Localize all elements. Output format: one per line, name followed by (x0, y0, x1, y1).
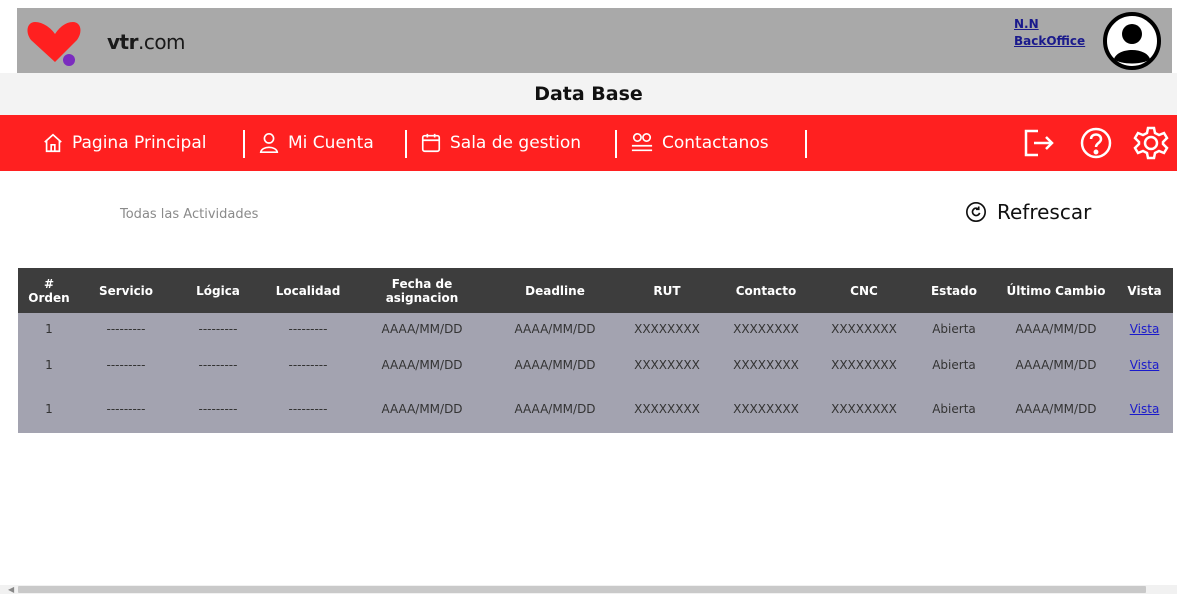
column-header[interactable]: Estado (912, 268, 996, 313)
calendar-icon (421, 133, 441, 153)
table-cell: 1 (18, 313, 80, 345)
table-cell: AAAA/MM/DD (996, 345, 1116, 385)
table-header-row: # Orden Servicio Lógica Localidad Fecha … (18, 268, 1173, 313)
activities-table: # Orden Servicio Lógica Localidad Fecha … (18, 268, 1173, 433)
table-cell: XXXXXXXX (816, 313, 912, 345)
user-links: N.N BackOffice (1014, 16, 1085, 50)
table-cell: Vista (1116, 385, 1173, 433)
table-cell: --------- (172, 345, 264, 385)
table-cell: --------- (172, 385, 264, 433)
table-cell: XXXXXXXX (716, 385, 816, 433)
table-cell: AAAA/MM/DD (352, 313, 492, 345)
refresh-button[interactable]: Refrescar (965, 200, 1091, 224)
nav-item-pagina-principal[interactable]: Pagina Principal (42, 115, 206, 171)
table-cell: --------- (264, 345, 352, 385)
column-header[interactable]: Último Cambio (996, 268, 1116, 313)
section-title: Todas las Actividades (120, 207, 259, 222)
column-header[interactable]: Lógica (172, 268, 264, 313)
table-cell: AAAA/MM/DD (492, 313, 618, 345)
column-header[interactable]: Deadline (492, 268, 618, 313)
scroll-left-arrow-icon[interactable]: ◀ (8, 585, 14, 594)
table-cell: AAAA/MM/DD (352, 345, 492, 385)
table-cell: --------- (80, 385, 172, 433)
vista-link[interactable]: Vista (1130, 358, 1160, 372)
refresh-label: Refrescar (997, 200, 1092, 224)
table-cell: Abierta (912, 313, 996, 345)
main-nav: Pagina Principal Mi Cuenta Sala de gesti… (0, 115, 1177, 171)
vista-link[interactable]: Vista (1130, 322, 1160, 336)
nav-separator (805, 130, 807, 158)
table-cell: Vista (1116, 313, 1173, 345)
title-band: Data Base (0, 73, 1177, 115)
table-row: 1 --------- --------- --------- AAAA/MM/… (18, 313, 1173, 345)
column-header[interactable]: Contacto (716, 268, 816, 313)
table-cell: AAAA/MM/DD (492, 385, 618, 433)
table-cell: XXXXXXXX (816, 385, 912, 433)
nav-separator (615, 130, 617, 158)
table-cell: AAAA/MM/DD (996, 385, 1116, 433)
column-header[interactable]: Fecha de asignacion (352, 268, 492, 313)
user-name-link[interactable]: N.N (1014, 16, 1085, 33)
vtr-logo[interactable] (25, 16, 95, 68)
logout-icon[interactable] (1020, 125, 1056, 161)
table-cell: --------- (80, 345, 172, 385)
column-header[interactable]: Servicio (80, 268, 172, 313)
nav-label: Sala de gestion (450, 133, 582, 153)
nav-label: Contactanos (662, 133, 769, 153)
table-cell: Vista (1116, 345, 1173, 385)
table-cell: Abierta (912, 385, 996, 433)
table-cell: --------- (264, 313, 352, 345)
scrollbar-thumb[interactable] (18, 586, 1146, 593)
nav-separator (405, 130, 407, 158)
nav-item-mi-cuenta[interactable]: Mi Cuenta (258, 115, 374, 171)
settings-icon[interactable] (1133, 125, 1169, 161)
table-row: 1 --------- --------- --------- AAAA/MM/… (18, 345, 1173, 385)
brand-name: vtr.com (107, 30, 186, 54)
table-cell: XXXXXXXX (716, 313, 816, 345)
column-header[interactable]: # Orden (18, 268, 80, 313)
home-icon (44, 133, 62, 153)
table-row: 1 --------- --------- --------- AAAA/MM/… (18, 385, 1173, 433)
column-header[interactable]: CNC (816, 268, 912, 313)
table-cell: 1 (18, 345, 80, 385)
vista-link[interactable]: Vista (1130, 402, 1160, 416)
nav-label: Pagina Principal (72, 133, 207, 153)
table-cell: XXXXXXXX (618, 313, 716, 345)
help-icon[interactable] (1078, 125, 1114, 161)
user-icon (259, 133, 279, 153)
user-role-link[interactable]: BackOffice (1014, 33, 1085, 50)
horizontal-scrollbar[interactable]: ◀ (0, 585, 1177, 594)
table-cell: --------- (172, 313, 264, 345)
table-cell: Abierta (912, 345, 996, 385)
table-cell: XXXXXXXX (716, 345, 816, 385)
page-title: Data Base (534, 83, 643, 105)
column-header[interactable]: Localidad (264, 268, 352, 313)
column-header[interactable]: RUT (618, 268, 716, 313)
nav-item-sala-de-gestion[interactable]: Sala de gestion (420, 115, 581, 171)
table-cell: --------- (264, 385, 352, 433)
refresh-icon (966, 202, 986, 222)
table-cell: 1 (18, 385, 80, 433)
table-cell: XXXXXXXX (618, 385, 716, 433)
table-cell: AAAA/MM/DD (996, 313, 1116, 345)
column-header[interactable]: Vista (1116, 268, 1173, 313)
nav-item-contactanos[interactable]: Contactanos (630, 115, 769, 171)
users-icon (631, 133, 653, 152)
nav-separator (243, 130, 245, 158)
table-cell: XXXXXXXX (618, 345, 716, 385)
top-header: vtr.com N.N BackOffice (17, 8, 1172, 73)
avatar-icon[interactable] (1102, 11, 1162, 71)
table-cell: AAAA/MM/DD (352, 385, 492, 433)
nav-label: Mi Cuenta (288, 133, 374, 153)
table-cell: XXXXXXXX (816, 345, 912, 385)
table-cell: AAAA/MM/DD (492, 345, 618, 385)
table-cell: --------- (80, 313, 172, 345)
